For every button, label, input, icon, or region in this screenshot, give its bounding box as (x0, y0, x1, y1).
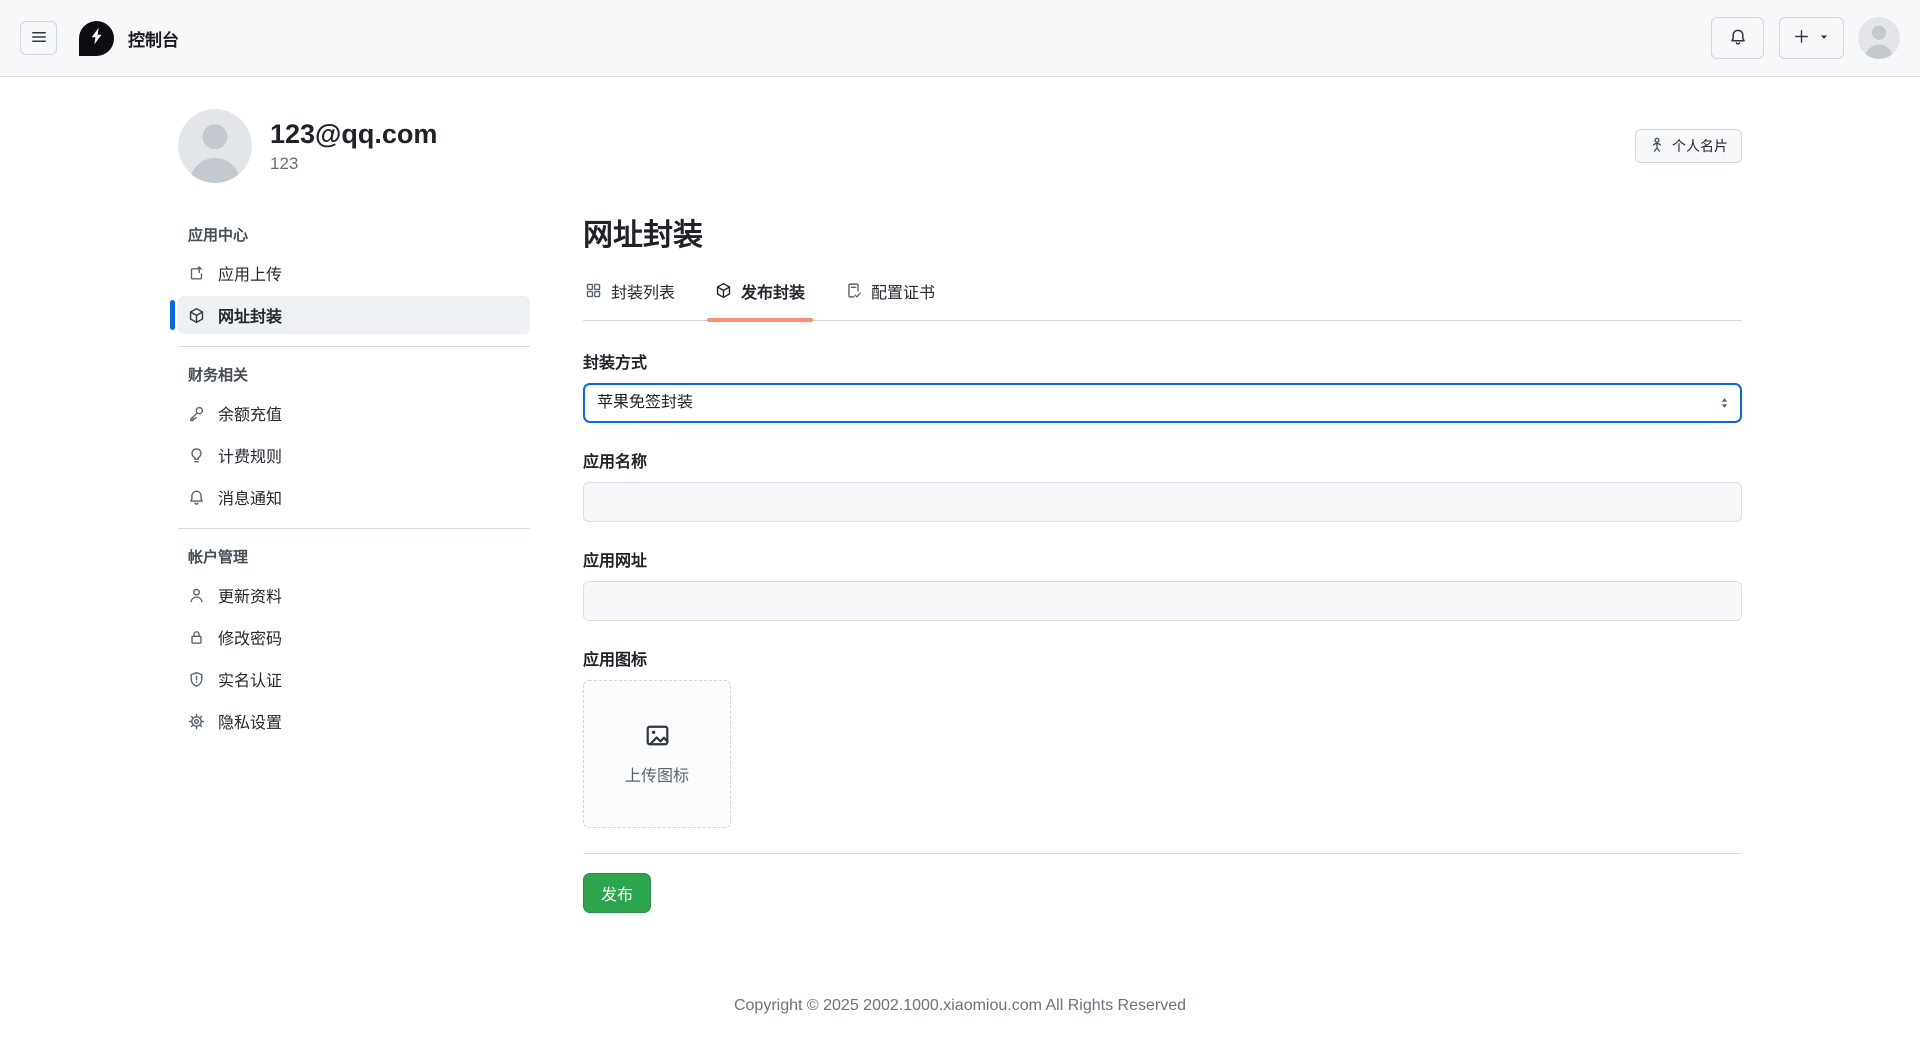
sidebar-item-url-packaging[interactable]: 网址封装 (178, 296, 530, 334)
tab-publish-package[interactable]: 发布封装 (713, 277, 807, 320)
app-name-label: 应用名称 (583, 448, 1742, 472)
sidebar-item-label: 应用上传 (218, 261, 282, 285)
sidebar-item-message-notifications[interactable]: 消息通知 (178, 478, 530, 516)
image-icon (644, 722, 671, 749)
personal-card-label: 个人名片 (1672, 136, 1728, 156)
sidebar-section-label: 帐户管理 (178, 539, 530, 576)
app-title: 控制台 (128, 26, 179, 51)
profile-section: 123@qq.com 123 个人名片 (178, 109, 1742, 183)
bell-icon (188, 489, 205, 506)
sidebar-item-privacy-settings[interactable]: 隐私设置 (178, 702, 530, 740)
sidebar-item-label: 网址封装 (218, 303, 282, 327)
profile-email: 123@qq.com (270, 118, 437, 150)
copyright-footer: Copyright © 2025 2002.1000.xiaomiou.com … (0, 997, 1920, 1015)
sidebar-item-label: 计费规则 (218, 443, 282, 467)
package-icon (715, 282, 732, 299)
upload-icon (188, 265, 205, 282)
sidebar-item-balance-recharge[interactable]: 余额充值 (178, 394, 530, 432)
profile-username: 123 (270, 154, 437, 174)
file-check-icon (845, 282, 862, 299)
sidebar-item-change-password[interactable]: 修改密码 (178, 618, 530, 656)
caret-down-icon (1818, 31, 1830, 46)
sidebar-section-label: 财务相关 (178, 357, 530, 394)
publish-button[interactable]: 发布 (583, 873, 651, 913)
gear-icon (188, 713, 205, 730)
tab-package-list[interactable]: 封装列表 (583, 277, 677, 320)
form-divider (583, 853, 1742, 854)
app-header: 控制台 (0, 0, 1920, 77)
publish-form: 封装方式 苹果免签封装 应用名称 应用网址 应用图标 (583, 349, 1742, 913)
personal-card-button[interactable]: 个人名片 (1635, 129, 1742, 163)
package-method-label: 封装方式 (583, 349, 1742, 373)
sidebar-item-label: 消息通知 (218, 485, 282, 509)
sidebar: 应用中心应用上传网址封装财务相关余额充值计费规则消息通知帐户管理更新资料修改密码… (178, 217, 530, 744)
main-content: 网址封装 封装列表 发布封装 配置证书 封装方式 苹果免签封装 应用名称 应用网址 (583, 217, 1742, 913)
profile-avatar (178, 109, 252, 183)
app-name-input[interactable] (583, 482, 1742, 522)
lock-icon (188, 629, 205, 646)
app-logo (79, 21, 114, 56)
key-icon (188, 405, 205, 422)
sidebar-item-label: 隐私设置 (218, 709, 282, 733)
package-icon (188, 307, 205, 324)
tab-configure-certificate[interactable]: 配置证书 (843, 277, 937, 320)
sidebar-section-label: 应用中心 (178, 217, 530, 254)
shield-icon (188, 671, 205, 688)
sidebar-item-billing-rules[interactable]: 计费规则 (178, 436, 530, 474)
tab-label: 封装列表 (611, 279, 675, 303)
sidebar-item-label: 实名认证 (218, 667, 282, 691)
tab-label: 发布封装 (741, 279, 805, 303)
sidebar-item-label: 余额充值 (218, 401, 282, 425)
header-avatar[interactable] (1858, 17, 1900, 59)
hamburger-icon (30, 28, 48, 49)
sidebar-item-label: 修改密码 (218, 625, 282, 649)
notifications-button[interactable] (1711, 17, 1764, 59)
avatar-icon (1858, 17, 1900, 59)
package-method-select[interactable]: 苹果免签封装 (583, 383, 1742, 423)
tab-bar: 封装列表 发布封装 配置证书 (583, 277, 1742, 321)
lightning-icon (87, 26, 107, 51)
sidebar-divider (178, 346, 530, 347)
person-icon (1649, 137, 1665, 156)
app-url-input[interactable] (583, 581, 1742, 621)
sidebar-item-label: 更新资料 (218, 583, 282, 607)
person-icon (188, 587, 205, 604)
tab-label: 配置证书 (871, 279, 935, 303)
app-url-label: 应用网址 (583, 547, 1742, 571)
sidebar-item-update-profile[interactable]: 更新资料 (178, 576, 530, 614)
sidebar-item-app-upload[interactable]: 应用上传 (178, 254, 530, 292)
app-icon-label: 应用图标 (583, 646, 1742, 670)
upload-icon-label: 上传图标 (625, 762, 689, 786)
page-title: 网址封装 (583, 217, 1742, 255)
create-new-button[interactable] (1779, 17, 1844, 59)
bell-icon (1729, 28, 1747, 49)
apps-icon (585, 282, 602, 299)
sidebar-divider (178, 528, 530, 529)
avatar-icon (178, 109, 252, 183)
plus-icon (1793, 28, 1810, 48)
lightbulb-icon (188, 447, 205, 464)
icon-upload-dropzone[interactable]: 上传图标 (583, 680, 731, 828)
menu-button[interactable] (20, 21, 57, 55)
sidebar-item-real-name-verification[interactable]: 实名认证 (178, 660, 530, 698)
